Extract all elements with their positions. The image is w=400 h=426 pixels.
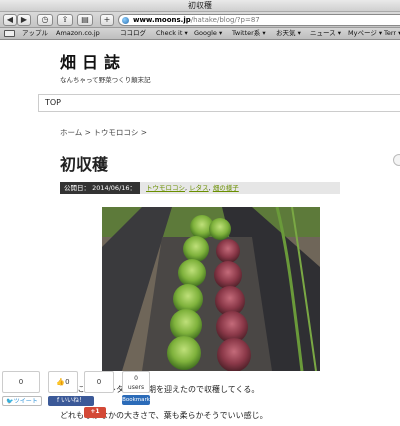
post-title: 初収穫 [60,155,109,174]
share-button[interactable]: ⇪ [57,14,73,26]
gplus-label: +1 [90,408,100,415]
post-date: 公開日： 2014/06/16： [60,182,141,194]
category-link-lettuce[interactable]: レタス [189,184,209,192]
lettuce-photo-illustration [102,207,320,371]
post-meta-bar: 公開日： 2014/06/16： トウモロコシ, レタス, 畑の様子 [60,182,340,194]
hatena-count: 0 [134,375,138,382]
social-share-bar: 0 🐦ツイート 👍0 f いいね！ 0 +1 0 users Bookmark [0,369,150,426]
plus-icon: + [103,15,111,24]
category-link-corn[interactable]: トウモロコシ [146,184,185,192]
bookmark-google[interactable]: Google ▾ [194,28,222,39]
bookmark-cocolog[interactable]: ココログ [120,28,146,39]
bookmark-apple[interactable]: アップル [22,28,48,39]
history-button[interactable]: ◷ [37,14,53,26]
hatena-bookmark-button[interactable]: Bookmark [122,395,150,405]
thumbs-up-icon: 👍 [56,378,66,386]
facebook-icon: f [56,397,60,404]
reader-button[interactable]: ▤ [77,14,93,26]
gplus-count: 0 [96,378,102,386]
url-path: /hatake/blog/?p=87 [190,16,260,24]
window-title-bar: 初収穫 [0,0,400,12]
top-navigation: TOP [38,94,400,112]
bookmarks-bar: アップル Amazon.co.jp ココログ Check it ▾ Google… [0,28,400,40]
back-button[interactable]: ◀ [3,14,17,26]
address-bar[interactable]: www.moons.jp/hatake/blog/?p=87 [118,14,400,26]
bookmark-news[interactable]: ニュース ▾ [310,28,341,39]
facebook-like-button[interactable]: f いいね！ [48,396,94,406]
bookmark-amazon[interactable]: Amazon.co.jp [56,28,100,39]
site-subtitle: なんちゃって野菜つくり顛末記 [60,76,151,84]
post-categories: トウモロコシ, レタス, 畑の様子 [146,184,239,192]
bookmark-terr[interactable]: Terr ▾ [384,28,400,39]
bookmarks-book-icon[interactable] [4,30,15,37]
page-content: 畑日誌 なんちゃって野菜つくり顛末記 TOP ホーム > トウモロコシ > 初収… [0,41,400,426]
bookmark-twitter[interactable]: Twitter系 ▾ [232,28,266,39]
tweet-label: ツイート [13,398,38,405]
hatena-label: Bookmark [122,397,150,403]
tweet-count: 0 [18,378,24,386]
post-photo-lettuce-field [102,207,320,371]
breadcrumb[interactable]: ホーム > トウモロコシ > [60,127,147,138]
nav-top-link[interactable]: TOP [45,98,61,107]
clock-icon: ◷ [41,15,49,24]
reader-icon: ▤ [81,15,89,24]
site-title[interactable]: 畑日誌 [60,49,126,73]
forward-arrow-icon: ▶ [20,15,28,24]
gplus-button[interactable]: +1 [84,407,106,418]
bookmark-mypage[interactable]: Myページ ▾ [348,28,382,39]
like-count: 0 [65,378,70,386]
new-tab-button[interactable]: + [100,14,114,26]
sidebar-widget-edge [393,154,400,166]
window-title: 初収穫 [188,1,212,10]
hatena-users-label: users [127,384,145,391]
back-arrow-icon: ◀ [6,15,14,24]
browser-toolbar: ◀ ▶ ◷ ⇪ ▤ + www.moons.jp/hatake/blog/?p=… [0,12,400,28]
url-domain: www.moons.jp [133,16,191,24]
like-label: いいね！ [61,397,86,404]
tweet-count-box: 0 [2,371,40,393]
category-link-field[interactable]: 畑の様子 [213,184,239,192]
like-count-box: 👍0 [48,371,78,393]
share-icon: ⇪ [61,15,69,24]
twitter-bird-icon: 🐦 [6,398,14,405]
bookmark-weather[interactable]: お天気 ▾ [276,28,301,39]
bookmark-check-it[interactable]: Check it ▾ [156,28,188,39]
hatena-count-box: 0 users [122,371,150,393]
forward-button[interactable]: ▶ [17,14,31,26]
globe-icon [122,17,129,24]
tweet-button[interactable]: 🐦ツイート [2,396,42,406]
gplus-count-box: 0 [84,371,114,393]
